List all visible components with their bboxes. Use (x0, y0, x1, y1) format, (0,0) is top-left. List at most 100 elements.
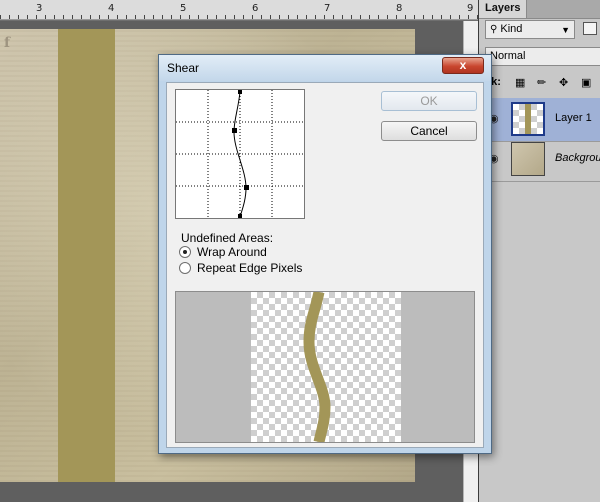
repeat-edge-pixels-label: Repeat Edge Pixels (197, 261, 303, 275)
preview-transparency (251, 292, 401, 442)
ruler-tick (243, 15, 244, 19)
ruler-tick (315, 15, 316, 19)
ruler-label: 8 (396, 3, 403, 14)
layer-row-layer-1[interactable]: ◉ Layer 1 (479, 98, 600, 142)
ruler-tick (225, 15, 226, 19)
curve-point[interactable] (232, 128, 237, 133)
lock-transparent-icon[interactable]: ▦ (515, 76, 525, 89)
ruler-tick (432, 15, 433, 19)
dialog-title: Shear (167, 61, 200, 75)
ruler-tick (450, 15, 451, 19)
ruler-tick (324, 15, 325, 19)
shear-dialog: Shear x OK Cancel Undefined Areas: Wrap … (158, 54, 492, 454)
ruler-label: 7 (324, 3, 331, 14)
ruler-tick (369, 15, 370, 19)
blend-mode-select[interactable]: Normal (485, 47, 600, 66)
ruler-tick (234, 15, 235, 19)
image-filter-icon[interactable] (583, 22, 597, 35)
shear-curve[interactable] (176, 90, 305, 219)
ruler-tick (36, 15, 37, 19)
ruler-tick (396, 15, 397, 19)
panel-tabbar: Layers (479, 0, 600, 19)
curve-point[interactable] (244, 185, 249, 190)
ruler-tick (342, 15, 343, 19)
ruler-tick (135, 15, 136, 19)
ruler-tick (27, 15, 28, 19)
ruler-label: 3 (36, 3, 43, 14)
ruler-tick (45, 15, 46, 19)
ruler-tick (360, 15, 361, 19)
curve-point[interactable] (238, 214, 242, 218)
ok-button[interactable]: OK (381, 91, 477, 111)
radio-wrap-around[interactable] (179, 246, 191, 258)
layer-thumbnail (511, 102, 545, 136)
ruler-tick (0, 15, 1, 19)
lock-icon[interactable]: ▣ (581, 76, 591, 89)
top-ruler: 3 4 5 6 7 8 9 (0, 0, 478, 20)
close-button[interactable]: x (442, 57, 484, 74)
ruler-tick (162, 15, 163, 19)
curve-point[interactable] (238, 90, 242, 94)
ruler-tick (54, 15, 55, 19)
wrap-around-label: Wrap Around (197, 245, 267, 259)
ruler-tick (153, 15, 154, 19)
ruler-tick (144, 15, 145, 19)
ruler-tick (459, 15, 460, 19)
ruler-tick (9, 15, 10, 19)
ruler-tick (108, 15, 109, 19)
preview-sheared-stripe (303, 292, 331, 442)
layer-name[interactable]: Layer 1 (555, 112, 592, 124)
ruler-tick (117, 15, 118, 19)
ruler-tick (306, 15, 307, 19)
ruler-tick (198, 15, 199, 19)
dialog-body: OK Cancel Undefined Areas: Wrap Around R… (166, 82, 484, 448)
radio-repeat-edge-pixels[interactable] (179, 262, 191, 274)
ruler-tick (126, 15, 127, 19)
ruler-label: 9 (467, 3, 474, 14)
ruler-label: 5 (180, 3, 187, 14)
ruler-tick (378, 15, 379, 19)
ruler-label: 4 (108, 3, 115, 14)
brush-icon[interactable]: ✏ (537, 76, 546, 89)
ruler-tick (351, 15, 352, 19)
ruler-tick (261, 15, 262, 19)
chevron-down-icon: ▼ (561, 25, 570, 35)
dialog-titlebar[interactable]: Shear x (159, 55, 491, 81)
blend-mode-value: Normal (490, 50, 526, 62)
filter-kind-select[interactable]: ⚲ Kind ▼ (485, 20, 575, 39)
ruler-tick (423, 15, 424, 19)
ruler-tick (405, 15, 406, 19)
stripe-layer (58, 29, 115, 482)
tab-layers[interactable]: Layers (479, 0, 528, 18)
layer-row-background[interactable]: ◉ Background (479, 138, 600, 182)
ruler-tick (288, 15, 289, 19)
ruler-tick (81, 15, 82, 19)
ruler-tick (387, 15, 388, 19)
move-icon[interactable]: ✥ (559, 76, 568, 89)
document-corner-mark: f (4, 35, 11, 51)
cancel-button[interactable]: Cancel (381, 121, 477, 141)
ruler-tick (270, 15, 271, 19)
ruler-tick (90, 15, 91, 19)
ruler-tick (468, 15, 469, 19)
shear-curve-grid[interactable] (175, 89, 305, 219)
search-icon: ⚲ (490, 24, 498, 35)
ruler-tick (99, 15, 100, 19)
ruler-tick (207, 15, 208, 19)
ruler-label: 6 (252, 3, 259, 14)
layers-panel: Layers ⚲ Kind ▼ Normal ck: ▦ ✏ ✥ ▣ ◉ Lay… (478, 0, 600, 502)
ruler-tick (180, 15, 181, 19)
shear-preview (175, 291, 475, 443)
ruler-tick (279, 15, 280, 19)
ruler-tick (441, 15, 442, 19)
ruler-tick (72, 15, 73, 19)
lock-row: ck: ▦ ✏ ✥ ▣ (485, 74, 600, 94)
close-icon: x (459, 58, 467, 72)
undefined-areas-label: Undefined Areas: (181, 231, 274, 245)
ruler-tick (297, 15, 298, 19)
ruler-tick (189, 15, 190, 19)
ruler-tick (171, 15, 172, 19)
layer-name[interactable]: Background (555, 152, 600, 164)
ruler-tick (18, 15, 19, 19)
ruler-tick (252, 15, 253, 19)
